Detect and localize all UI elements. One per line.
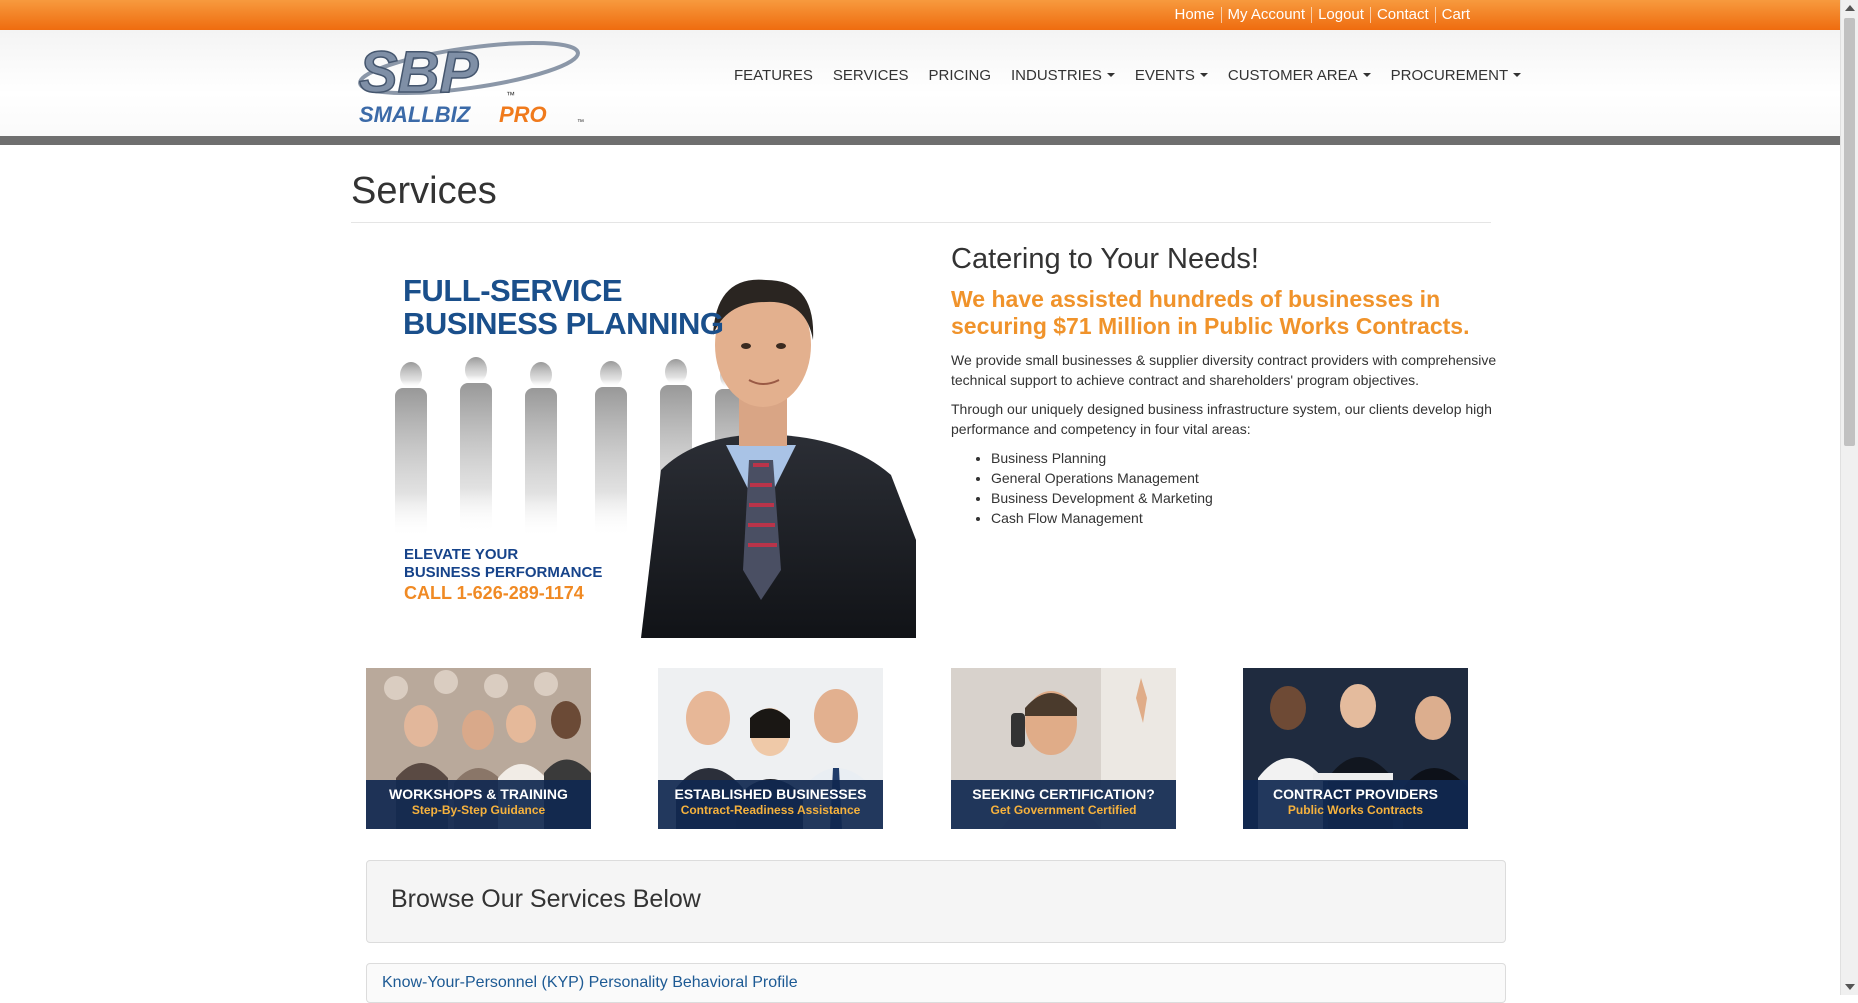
smallbizpro-logo[interactable]: SBP ™ SMALLBIZ PRO ™ bbox=[351, 38, 587, 130]
nav-events[interactable]: EVENTS bbox=[1125, 66, 1218, 86]
list-item: General Operations Management bbox=[991, 468, 1213, 488]
page-title: Services bbox=[351, 170, 497, 212]
nav-procurement[interactable]: PROCUREMENT bbox=[1381, 66, 1532, 86]
browse-panel: Browse Our Services Below bbox=[366, 860, 1506, 943]
card-established-businesses[interactable]: ESTABLISHED BUSINESSES Contract-Readines… bbox=[658, 668, 883, 829]
browse-heading: Browse Our Services Below bbox=[391, 885, 701, 913]
card-caption: SEEKING CERTIFICATION? Get Government Ce… bbox=[951, 780, 1176, 829]
cart-link[interactable]: Cart bbox=[1436, 7, 1476, 23]
card-caption: WORKSHOPS & TRAINING Step-By-Step Guidan… bbox=[366, 780, 591, 829]
vital-areas-list: Business Planning General Operations Man… bbox=[991, 448, 1213, 528]
scroll-down-arrow-icon[interactable] bbox=[1845, 984, 1855, 990]
contact-link[interactable]: Contact bbox=[1371, 7, 1436, 23]
caret-down-icon bbox=[1362, 73, 1371, 77]
nav-pricing[interactable]: PRICING bbox=[919, 66, 1002, 86]
primary-nav: FEATURES SERVICES PRICING INDUSTRIES EVE… bbox=[724, 66, 1531, 86]
utility-links: Home My Account Logout Contact Cart bbox=[1169, 7, 1477, 23]
service-list-item: Know-Your-Personnel (KYP) Personality Be… bbox=[366, 963, 1506, 1003]
service-link-kyp[interactable]: Know-Your-Personnel (KYP) Personality Be… bbox=[382, 974, 798, 992]
list-item: Business Planning bbox=[991, 448, 1213, 468]
logout-link[interactable]: Logout bbox=[1312, 7, 1371, 23]
svg-text:™: ™ bbox=[577, 119, 584, 126]
svg-text:™: ™ bbox=[506, 90, 515, 100]
hero-banner: FULL-SERVICE BUSINESS PLANNING ELEVATE Y… bbox=[351, 240, 916, 638]
caret-down-icon bbox=[1513, 73, 1522, 77]
svg-text:PRO: PRO bbox=[499, 102, 547, 127]
scroll-up-arrow-icon[interactable] bbox=[1845, 5, 1855, 11]
title-divider bbox=[351, 222, 1491, 223]
card-workshops-training[interactable]: WORKSHOPS & TRAINING Step-By-Step Guidan… bbox=[366, 668, 591, 829]
hero-headline: FULL-SERVICE BUSINESS PLANNING bbox=[403, 273, 724, 341]
svg-text:SMALLBIZ: SMALLBIZ bbox=[359, 102, 472, 127]
nav-customer-area[interactable]: CUSTOMER AREA bbox=[1218, 66, 1381, 86]
hero-phone: CALL 1-626-289-1174 bbox=[404, 583, 584, 603]
home-link[interactable]: Home bbox=[1169, 7, 1222, 23]
card-caption: CONTRACT PROVIDERS Public Works Contract… bbox=[1243, 780, 1468, 829]
caret-down-icon bbox=[1106, 73, 1115, 77]
svg-text:SBP: SBP bbox=[359, 40, 479, 105]
list-item: Business Development & Marketing bbox=[991, 488, 1213, 508]
intro-paragraph-1: We provide small businesses & supplier d… bbox=[951, 352, 1497, 388]
nav-industries[interactable]: INDUSTRIES bbox=[1001, 66, 1125, 86]
card-caption: ESTABLISHED BUSINESSES Contract-Readines… bbox=[658, 780, 883, 829]
intro-highlight: We have assisted hundreds of businesses … bbox=[951, 286, 1470, 339]
hero-tagline: ELEVATE YOUR BUSINESS PERFORMANCE bbox=[404, 546, 603, 581]
top-utility-bar: Home My Account Logout Contact Cart bbox=[0, 0, 1840, 30]
intro-paragraph-2: Through our uniquely designed business i… bbox=[951, 401, 1492, 437]
my-account-link[interactable]: My Account bbox=[1222, 7, 1313, 23]
nav-features[interactable]: FEATURES bbox=[724, 66, 823, 86]
vertical-scrollbar[interactable] bbox=[1840, 0, 1858, 995]
nav-services[interactable]: SERVICES bbox=[823, 66, 919, 86]
navbar-divider bbox=[0, 136, 1840, 145]
intro-heading: Catering to Your Needs! bbox=[951, 243, 1259, 275]
caret-down-icon bbox=[1199, 73, 1208, 77]
card-contract-providers[interactable]: CONTRACT PROVIDERS Public Works Contract… bbox=[1243, 668, 1468, 829]
scrollbar-thumb[interactable] bbox=[1844, 18, 1855, 446]
card-seeking-certification[interactable]: SEEKING CERTIFICATION? Get Government Ce… bbox=[951, 668, 1176, 829]
list-item: Cash Flow Management bbox=[991, 508, 1213, 528]
